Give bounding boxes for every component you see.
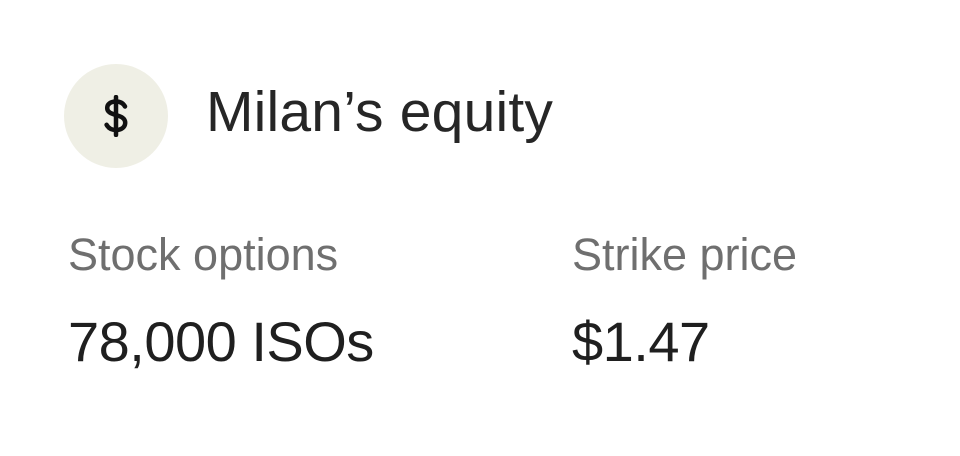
equity-card: Milan’s equity Stock options 78,000 ISOs…: [0, 0, 960, 456]
strike-price-value: $1.47: [572, 310, 710, 373]
stock-options-value: 78,000 ISOs: [68, 310, 374, 373]
dollar-sign-icon: [104, 95, 128, 137]
strike-price-field: Strike price $1.47: [572, 232, 797, 370]
page-title: Milan’s equity: [206, 79, 554, 144]
stock-options-field: Stock options 78,000 ISOs: [68, 232, 374, 370]
equity-header: Milan’s equity: [64, 64, 553, 168]
stock-options-label: Stock options: [68, 229, 339, 280]
dollar-icon-badge: [64, 64, 168, 168]
strike-price-label: Strike price: [572, 229, 798, 280]
